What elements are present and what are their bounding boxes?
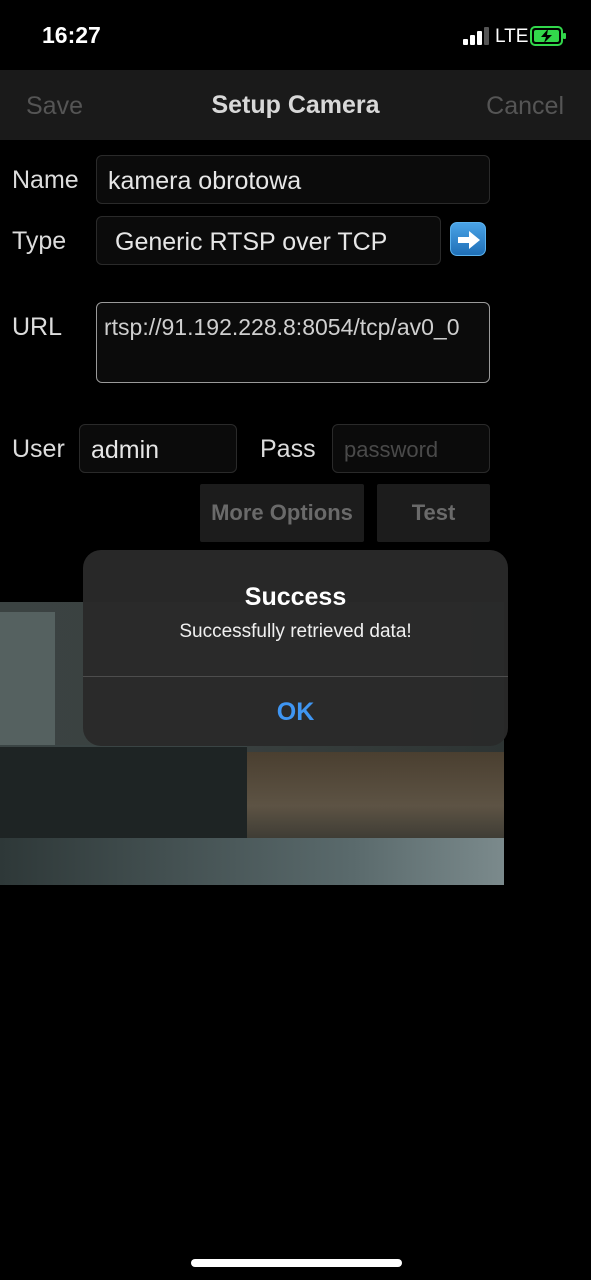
password-field[interactable]: password — [332, 424, 490, 473]
more-options-button[interactable]: More Options — [200, 484, 364, 542]
pass-label: Pass — [260, 435, 316, 463]
url-value: rtsp://91.192.228.8:8054/tcp/av0_0 — [104, 314, 460, 340]
network-type: LTE — [495, 26, 529, 47]
camera-scene-floor — [247, 752, 504, 842]
type-field[interactable]: Generic RTSP over TCP — [96, 216, 441, 265]
signal-icon — [463, 27, 491, 45]
password-placeholder: password — [344, 437, 439, 462]
navigation-bar: Save Setup Camera Cancel — [0, 70, 591, 140]
test-button[interactable]: Test — [377, 484, 490, 542]
type-label: Type — [12, 227, 67, 255]
url-field[interactable]: rtsp://91.192.228.8:8054/tcp/av0_0 — [96, 302, 490, 383]
alert-title: Success — [244, 583, 347, 611]
camera-scene-bed — [0, 745, 247, 838]
name-value: kamera obrotowa — [108, 167, 302, 195]
name-field[interactable]: kamera obrotowa — [96, 155, 490, 204]
arrow-right-icon — [458, 231, 480, 249]
url-label: URL — [12, 313, 63, 341]
user-label: User — [12, 435, 65, 463]
type-value: Generic RTSP over TCP — [115, 228, 388, 256]
status-time: 16:27 — [42, 22, 101, 48]
ok-button[interactable]: OK — [83, 677, 508, 746]
user-value: admin — [91, 436, 160, 464]
success-alert: Success Successfully retrieved data! OK — [83, 550, 508, 746]
cancel-button[interactable]: Cancel — [486, 92, 564, 121]
battery-charging-icon — [530, 26, 566, 46]
camera-scene-foreground — [0, 838, 504, 885]
name-label: Name — [12, 166, 79, 194]
camera-scene-window — [0, 612, 55, 762]
type-select-button[interactable] — [450, 222, 486, 256]
user-field[interactable]: admin — [79, 424, 237, 473]
home-indicator[interactable] — [191, 1259, 402, 1267]
alert-message: Successfully retrieved data! — [179, 621, 412, 642]
status-bar: 16:27 LTE — [0, 0, 591, 70]
